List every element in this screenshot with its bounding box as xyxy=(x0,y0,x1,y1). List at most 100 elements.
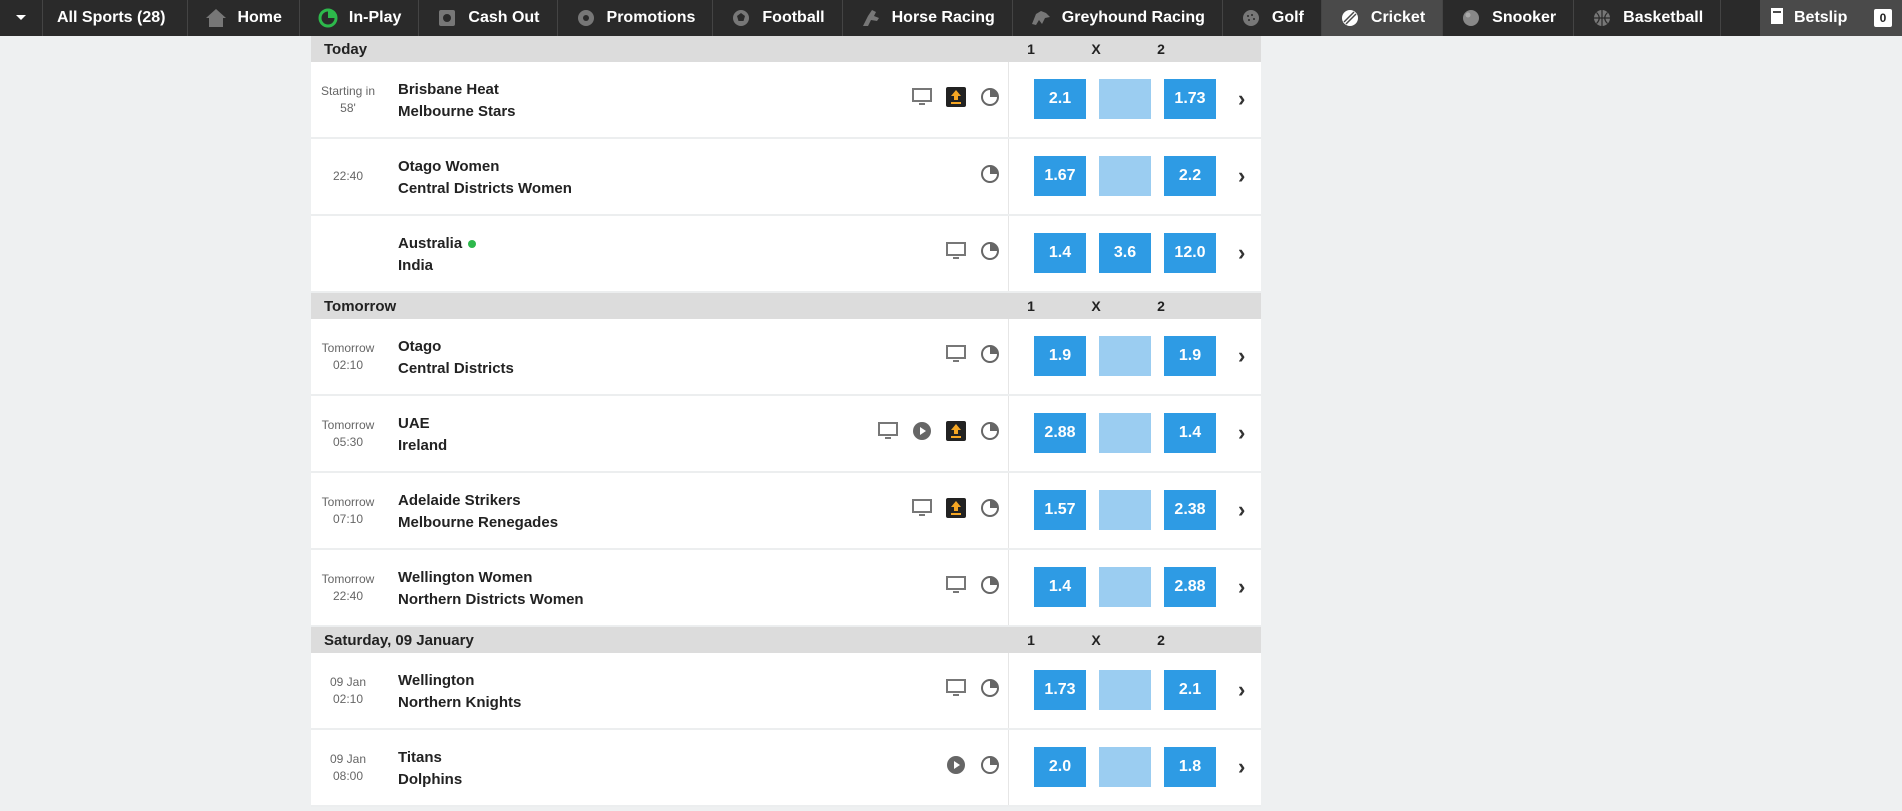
chevron-right-icon[interactable]: › xyxy=(1238,86,1245,112)
chevron-right-icon[interactable]: › xyxy=(1238,677,1245,703)
odds-button-x[interactable] xyxy=(1099,747,1151,787)
odds-button-2[interactable]: 2.2 xyxy=(1164,156,1216,196)
odds-button-2[interactable]: 2.1 xyxy=(1164,670,1216,710)
match-row[interactable]: Starting in 58' Brisbane Heat Melbourne Sta… xyxy=(311,62,1261,139)
chevron-right-icon[interactable]: › xyxy=(1238,163,1245,189)
odds-button-x[interactable] xyxy=(1099,670,1151,710)
nav-item-cricket[interactable]: Cricket xyxy=(1321,0,1444,36)
nav-item-cash-out[interactable]: Cash Out xyxy=(419,0,558,36)
match-row[interactable]: 09 Jan 02:10 Wellington Northern Knights 1.7… xyxy=(311,653,1261,730)
stats-icon[interactable] xyxy=(979,754,1001,776)
nav-item-golf[interactable]: Golf xyxy=(1223,0,1322,36)
odds-button-2[interactable]: 2.88 xyxy=(1164,567,1216,607)
odds-button-2[interactable]: 1.73 xyxy=(1164,79,1216,119)
stats-icon[interactable] xyxy=(979,86,1001,108)
home-team: Brisbane Heat xyxy=(398,81,499,98)
nav-item-all-sports-28[interactable]: All Sports (28) xyxy=(43,0,189,36)
tv-icon[interactable] xyxy=(911,86,933,108)
match-teams[interactable]: Wellington Women Northern Districts Women xyxy=(398,567,584,611)
odds-button-1[interactable]: 1.4 xyxy=(1034,233,1086,273)
match-time-line2: 02:10 xyxy=(332,691,364,706)
odds-button-x[interactable] xyxy=(1099,490,1151,530)
stats-icon[interactable] xyxy=(979,574,1001,596)
play-icon[interactable] xyxy=(911,420,933,442)
odds-button-1[interactable]: 1.67 xyxy=(1034,156,1086,196)
boost-icon[interactable] xyxy=(945,420,967,442)
stats-icon[interactable] xyxy=(979,343,1001,365)
chevron-right-icon[interactable]: › xyxy=(1238,574,1245,600)
stats-icon[interactable] xyxy=(979,420,1001,442)
stats-icon[interactable] xyxy=(979,677,1001,699)
nav-item-horse-racing[interactable]: Horse Racing xyxy=(843,0,1013,36)
home-team: Australia xyxy=(398,235,463,252)
greyhound-icon xyxy=(1030,7,1052,29)
nav-item-football[interactable]: Football xyxy=(713,0,843,36)
play-icon[interactable] xyxy=(945,754,967,776)
odds-button-x[interactable] xyxy=(1099,79,1151,119)
odds-button-1[interactable]: 1.9 xyxy=(1034,336,1086,376)
odds-button-2[interactable]: 1.4 xyxy=(1164,413,1216,453)
match-row[interactable]: Tomorrow 22:40 Wellington Women Northern Di… xyxy=(311,550,1261,627)
odds-button-x[interactable] xyxy=(1099,567,1151,607)
match-row[interactable]: 09 Jan 08:00 Titans Dolphins 2.0 1.8 › xyxy=(311,730,1261,807)
match-row[interactable]: Tomorrow 02:10 Otago Central Districts 1.9 1.… xyxy=(311,319,1261,396)
odds-button-2[interactable]: 1.9 xyxy=(1164,336,1216,376)
match-teams[interactable]: Otago Central Districts xyxy=(398,336,514,380)
odds-button-x[interactable]: 3.6 xyxy=(1099,233,1151,273)
odds-button-2[interactable]: 12.0 xyxy=(1164,233,1216,273)
odds-button-2[interactable]: 1.8 xyxy=(1164,747,1216,787)
match-row[interactable]: 22:40 Otago Women Central Districts Women 1… xyxy=(311,139,1261,216)
chevron-right-icon[interactable]: › xyxy=(1238,754,1245,780)
match-row[interactable]: Australia India 1.4 3.6 12.0 › xyxy=(311,216,1261,293)
nav-item-greyhound-racing[interactable]: Greyhound Racing xyxy=(1013,0,1223,36)
nav-item-home[interactable]: Home xyxy=(188,0,300,36)
tv-icon[interactable] xyxy=(877,420,899,442)
chevron-right-icon[interactable]: › xyxy=(1238,240,1245,266)
match-row[interactable]: Tomorrow 05:30 UAE Ireland 2.88 1.4 › xyxy=(311,396,1261,473)
match-feature-icons xyxy=(945,240,1001,262)
chevron-right-icon[interactable]: › xyxy=(1238,343,1245,369)
odds-button-1[interactable]: 2.0 xyxy=(1034,747,1086,787)
match-teams[interactable]: Australia India xyxy=(398,233,477,277)
away-team: Dolphins xyxy=(398,771,463,788)
tv-icon[interactable] xyxy=(945,677,967,699)
match-teams[interactable]: Wellington Northern Knights xyxy=(398,670,521,714)
away-team: Northern Knights xyxy=(398,694,522,711)
odds-button-1[interactable]: 1.4 xyxy=(1034,567,1086,607)
stats-icon[interactable] xyxy=(979,240,1001,262)
tv-icon[interactable] xyxy=(945,343,967,365)
betslip-button[interactable]: Betslip 0 xyxy=(1760,0,1902,36)
odds-button-1[interactable]: 1.73 xyxy=(1034,670,1086,710)
nav-item-label: Snooker xyxy=(1492,9,1557,26)
odds-button-1[interactable]: 1.57 xyxy=(1034,490,1086,530)
stats-icon[interactable] xyxy=(979,497,1001,519)
boost-icon[interactable] xyxy=(945,86,967,108)
odds-button-x[interactable] xyxy=(1099,413,1151,453)
nav-item-promotions[interactable]: Promotions xyxy=(558,0,714,36)
nav-item-snooker[interactable]: Snooker xyxy=(1443,0,1575,36)
tv-icon[interactable] xyxy=(945,240,967,262)
match-row[interactable]: Tomorrow 07:10 Adelaide Strikers Melbourne … xyxy=(311,473,1261,550)
betslip-icon xyxy=(1770,7,1784,30)
odds-button-1[interactable]: 2.88 xyxy=(1034,413,1086,453)
tv-icon[interactable] xyxy=(945,574,967,596)
odds-button-x[interactable] xyxy=(1099,156,1151,196)
chevron-right-icon[interactable]: › xyxy=(1238,420,1245,446)
odds-button-x[interactable] xyxy=(1099,336,1151,376)
stats-icon[interactable] xyxy=(979,163,1001,185)
chevron-right-icon[interactable]: › xyxy=(1238,497,1245,523)
nav-item-label: Promotions xyxy=(606,9,696,26)
nav-item-in-play[interactable]: In-Play xyxy=(300,0,420,36)
boost-icon[interactable] xyxy=(945,497,967,519)
odds-button-1[interactable]: 2.1 xyxy=(1034,79,1086,119)
match-teams[interactable]: UAE Ireland xyxy=(398,413,447,457)
nav-item-basketball[interactable]: Basketball xyxy=(1574,0,1722,36)
match-teams[interactable]: Brisbane Heat Melbourne Stars xyxy=(398,79,516,123)
nav-toggle-button[interactable] xyxy=(0,0,43,36)
odds-button-2[interactable]: 2.38 xyxy=(1164,490,1216,530)
tv-icon[interactable] xyxy=(911,497,933,519)
match-teams[interactable]: Adelaide Strikers Melbourne Renegades xyxy=(398,490,558,534)
match-teams[interactable]: Titans Dolphins xyxy=(398,747,462,791)
match-teams[interactable]: Otago Women Central Districts Women xyxy=(398,156,572,200)
